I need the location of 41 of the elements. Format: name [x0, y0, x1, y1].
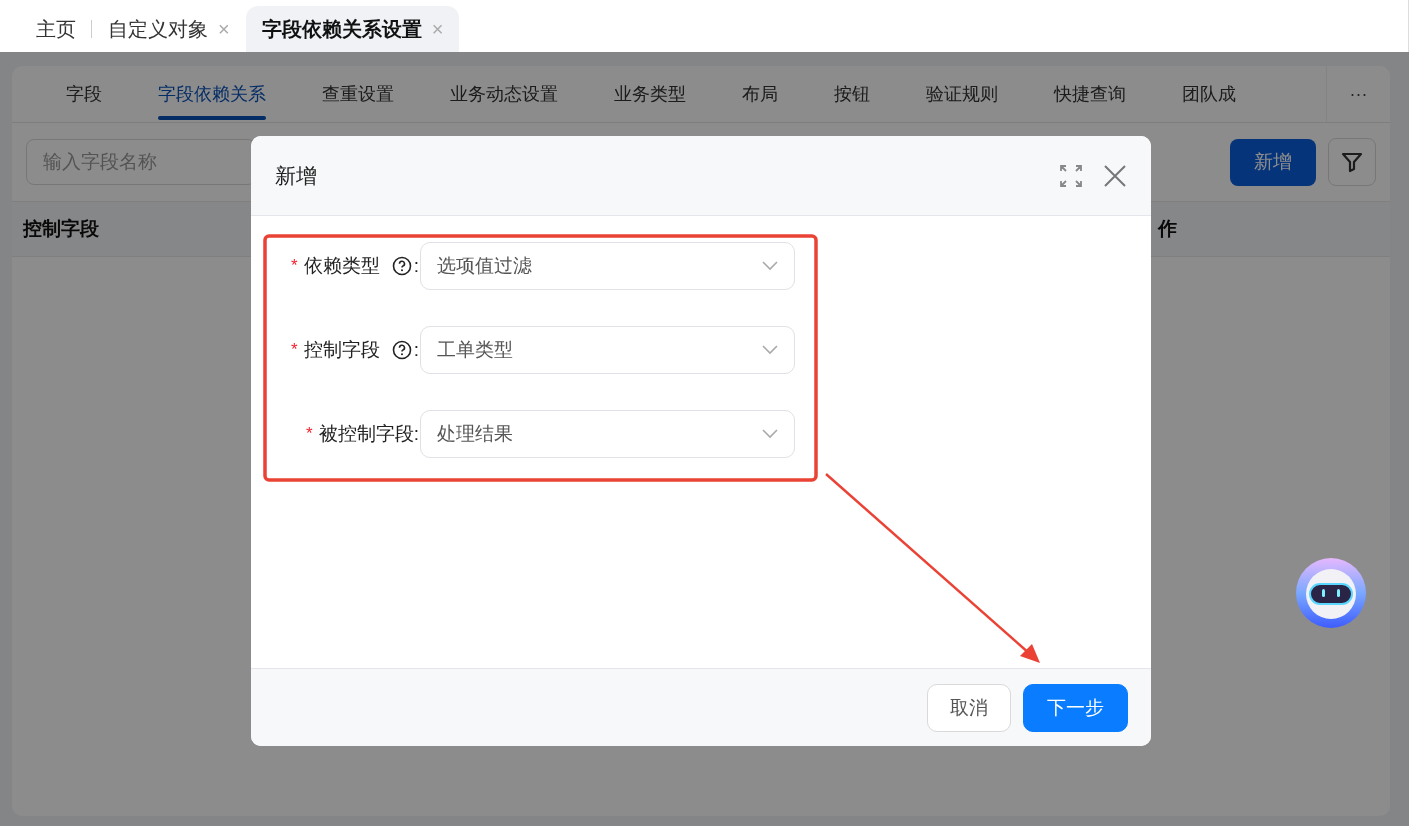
field-label: 控制字段 — [303, 338, 380, 362]
section-tab[interactable]: 字段 — [46, 66, 122, 122]
filter-icon — [1340, 150, 1364, 174]
section-tab[interactable]: 业务类型 — [594, 66, 706, 122]
field-label: 被控制字段 — [318, 422, 414, 446]
required-mark: * — [291, 340, 298, 360]
column-header: 作 — [1158, 217, 1177, 241]
column-header: 控制字段 — [23, 217, 99, 241]
section-tab[interactable]: 按钮 — [814, 66, 890, 122]
required-mark: * — [291, 256, 298, 276]
page-tab[interactable]: 主页 — [20, 6, 92, 52]
section-tab[interactable]: 团队成 — [1162, 66, 1256, 122]
help-icon[interactable] — [391, 340, 412, 360]
next-button[interactable]: 下一步 — [1023, 683, 1128, 732]
section-tab[interactable]: 验证规则 — [906, 66, 1018, 122]
chevron-down-icon — [762, 429, 778, 439]
section-tab[interactable]: 业务动态设置 — [430, 66, 578, 122]
field-label: 依赖类型 — [303, 254, 380, 278]
colon: : — [413, 255, 419, 277]
fullscreen-icon[interactable] — [1059, 163, 1083, 188]
new-button[interactable]: 新增 — [1230, 138, 1316, 186]
chevron-down-icon — [762, 345, 778, 355]
section-tab[interactable]: 查重设置 — [302, 66, 414, 122]
cancel-button[interactable]: 取消 — [927, 683, 1011, 732]
robot-assistant-icon[interactable] — [1295, 557, 1367, 629]
close-button[interactable] — [1103, 163, 1127, 188]
colon: : — [413, 339, 419, 361]
section-tab[interactable]: 字段依赖关系 — [138, 66, 286, 122]
page-tab[interactable]: 自定义对象 × — [92, 6, 246, 52]
filter-button[interactable] — [1328, 138, 1376, 186]
dialog-title: 新增 — [275, 162, 317, 189]
colon: : — [413, 423, 419, 445]
page-tab[interactable]: 字段依赖关系设置 × — [245, 6, 460, 52]
chevron-down-icon — [762, 261, 778, 271]
select-field[interactable]: 工单类型 — [420, 326, 795, 374]
section-tab[interactable]: 快捷查询 — [1034, 66, 1146, 122]
help-icon[interactable] — [391, 256, 412, 276]
required-mark: * — [306, 424, 313, 444]
select-field[interactable]: 选项值过滤 — [420, 242, 795, 290]
select-field[interactable]: 处理结果 — [420, 410, 795, 458]
section-tab[interactable]: 布局 — [722, 66, 798, 122]
